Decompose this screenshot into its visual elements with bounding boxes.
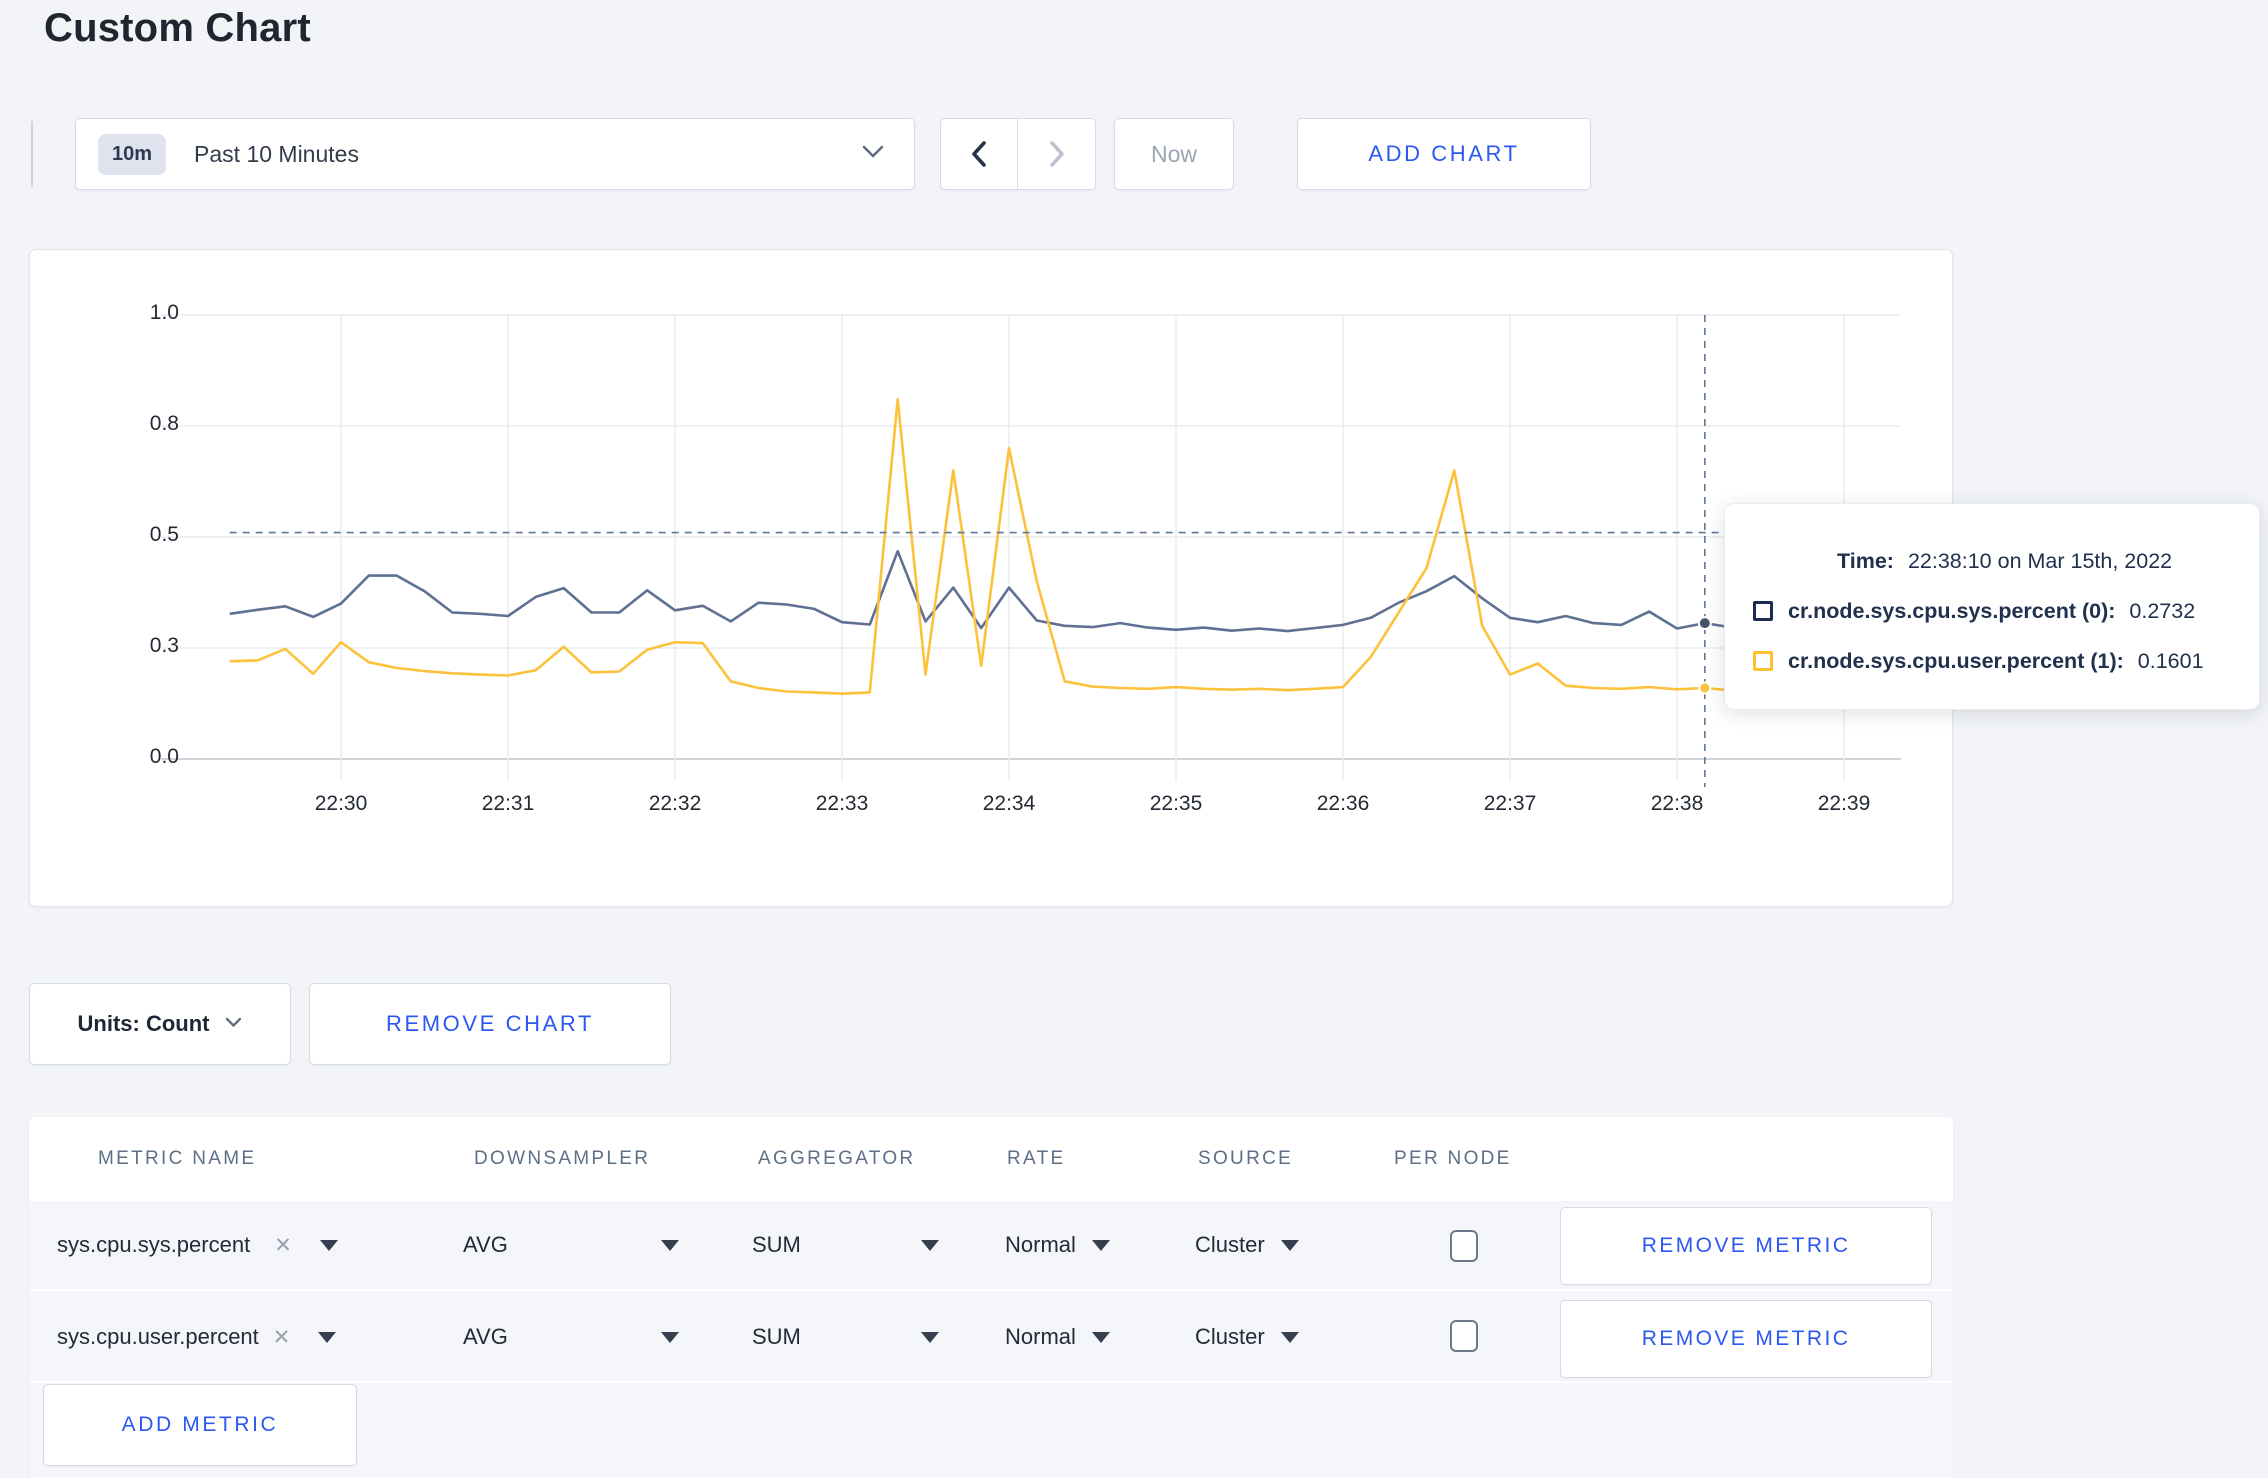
time-pager xyxy=(940,118,1096,190)
remove-metric-button[interactable]: REMOVE METRIC xyxy=(1560,1207,1932,1285)
aggregator-select[interactable]: SUM xyxy=(752,1201,801,1289)
per-node-checkbox[interactable] xyxy=(1450,1230,1478,1262)
rate-select[interactable]: Normal xyxy=(1005,1293,1110,1381)
chevron-left-icon xyxy=(972,141,986,167)
chevron-down-icon xyxy=(1091,1239,1110,1251)
col-header-aggregator: AGGREGATOR xyxy=(758,1148,916,1169)
downsampler-select[interactable]: AVG xyxy=(463,1293,508,1381)
aggregator-value: SUM xyxy=(752,1232,801,1257)
col-header-source: SOURCE xyxy=(1198,1148,1294,1169)
tooltip-series-sys-value: 0.2732 xyxy=(2129,598,2196,623)
y-axis-tick-label: 0.8 xyxy=(149,412,179,435)
chevron-down-icon xyxy=(921,1331,939,1343)
metric-name-select[interactable]: sys.cpu.user.percent ✕ xyxy=(57,1293,337,1381)
tooltip-series-sys-label: cr.node.sys.cpu.sys.percent (0): xyxy=(1788,598,2116,623)
chevron-down-icon xyxy=(661,1331,679,1343)
downsampler-caret[interactable] xyxy=(661,1201,679,1289)
add-metric-button[interactable]: ADD METRIC xyxy=(43,1384,357,1466)
col-header-per-node: PER NODE xyxy=(1394,1148,1512,1169)
x-axis-tick-label: 22:30 xyxy=(314,792,368,815)
metric-name-value: sys.cpu.sys.percent xyxy=(57,1232,251,1257)
downsampler-value: AVG xyxy=(463,1324,508,1349)
now-button[interactable]: Now xyxy=(1114,118,1234,190)
source-select[interactable]: Cluster xyxy=(1195,1201,1299,1289)
chevron-down-icon xyxy=(1280,1239,1299,1251)
chevron-down-icon[interactable] xyxy=(319,1239,338,1251)
series-sys-swatch-icon xyxy=(1753,601,1773,621)
remove-metric-x-icon[interactable]: ✕ xyxy=(274,1233,292,1258)
x-axis-tick-label: 22:35 xyxy=(1149,792,1203,815)
time-range-label: Past 10 Minutes xyxy=(194,140,359,167)
source-value: Cluster xyxy=(1195,1324,1265,1349)
aggregator-select[interactable]: SUM xyxy=(752,1293,801,1381)
downsampler-select[interactable]: AVG xyxy=(463,1201,508,1289)
per-node-checkbox[interactable] xyxy=(1450,1320,1478,1352)
tooltip-time-label: Time: xyxy=(1837,548,1894,573)
tooltip-series-user-label: cr.node.sys.cpu.user.percent (1): xyxy=(1788,648,2124,673)
chevron-down-icon[interactable] xyxy=(318,1331,337,1343)
source-value: Cluster xyxy=(1195,1232,1265,1257)
y-axis-tick-label: 1.0 xyxy=(149,301,179,324)
table-row: sys.cpu.user.percent ✕ AVG SUM Normal Cl… xyxy=(29,1293,1953,1383)
tooltip-time-value: 22:38:10 on Mar 15th, 2022 xyxy=(1907,548,2173,573)
add-chart-button[interactable]: ADD CHART xyxy=(1297,118,1591,190)
metrics-table: METRIC NAME DOWNSAMPLER AGGREGATOR RATE … xyxy=(29,1117,1953,1478)
metric-name-value: sys.cpu.user.percent xyxy=(57,1324,259,1349)
y-axis-tick-label: 0.0 xyxy=(149,745,179,768)
page-title: Custom Chart xyxy=(44,6,311,50)
x-axis-tick-label: 22:38 xyxy=(1650,792,1704,815)
downsampler-value: AVG xyxy=(463,1232,508,1257)
aggregator-caret[interactable] xyxy=(921,1293,939,1381)
chevron-down-icon xyxy=(862,145,884,164)
time-range-select[interactable]: 10m Past 10 Minutes xyxy=(75,118,915,190)
x-axis-tick-label: 22:39 xyxy=(1817,792,1871,815)
aggregator-caret[interactable] xyxy=(921,1201,939,1289)
x-axis-tick-label: 22:34 xyxy=(982,792,1036,815)
series-user-swatch-icon xyxy=(1753,651,1773,671)
metric-name-select[interactable]: sys.cpu.sys.percent ✕ xyxy=(57,1201,338,1289)
units-select[interactable]: Units: Count xyxy=(29,983,291,1065)
rate-value: Normal xyxy=(1005,1324,1076,1349)
x-axis-tick-label: 22:36 xyxy=(1316,792,1370,815)
y-axis-tick-label: 0.3 xyxy=(149,634,179,657)
units-label: Units: Count xyxy=(77,1011,210,1036)
downsampler-caret[interactable] xyxy=(661,1293,679,1381)
prev-time-button[interactable] xyxy=(941,119,1018,189)
x-axis-tick-label: 22:32 xyxy=(648,792,702,815)
toolbar-divider xyxy=(31,121,33,187)
remove-chart-button[interactable]: REMOVE CHART xyxy=(309,983,671,1065)
chevron-down-icon xyxy=(661,1239,679,1251)
chevron-right-icon xyxy=(1049,141,1064,167)
col-header-rate: RATE xyxy=(1007,1148,1066,1169)
aggregator-value: SUM xyxy=(752,1324,801,1349)
rate-value: Normal xyxy=(1005,1232,1076,1257)
chevron-down-icon xyxy=(225,1015,242,1033)
chevron-down-icon xyxy=(1091,1331,1110,1343)
x-axis-tick-label: 22:33 xyxy=(815,792,869,815)
col-header-metric-name: METRIC NAME xyxy=(98,1148,257,1169)
col-header-downsampler: DOWNSAMPLER xyxy=(474,1148,651,1169)
remove-metric-x-icon[interactable]: ✕ xyxy=(273,1325,291,1350)
tooltip-series-user-value: 0.1601 xyxy=(2137,648,2204,673)
chevron-down-icon xyxy=(921,1239,939,1251)
source-select[interactable]: Cluster xyxy=(1195,1293,1299,1381)
y-axis-tick-label: 0.5 xyxy=(149,523,179,546)
rate-select[interactable]: Normal xyxy=(1005,1201,1110,1289)
chevron-down-icon xyxy=(1280,1331,1299,1343)
next-time-button[interactable] xyxy=(1018,119,1095,189)
time-range-badge: 10m xyxy=(98,133,167,175)
x-axis-tick-label: 22:37 xyxy=(1483,792,1537,815)
x-axis-tick-label: 22:31 xyxy=(481,792,535,815)
chart-tooltip: Time: 22:38:10 on Mar 15th, 2022 cr.node… xyxy=(1724,503,2260,710)
remove-metric-button[interactable]: REMOVE METRIC xyxy=(1560,1300,1932,1378)
chart-card: 0.0 0.3 0.5 0.8 1.0 22:30 22:31 22:32 22:33 22:34… xyxy=(29,249,1953,907)
table-row: sys.cpu.sys.percent ✕ AVG SUM Normal Clu… xyxy=(29,1201,1953,1291)
